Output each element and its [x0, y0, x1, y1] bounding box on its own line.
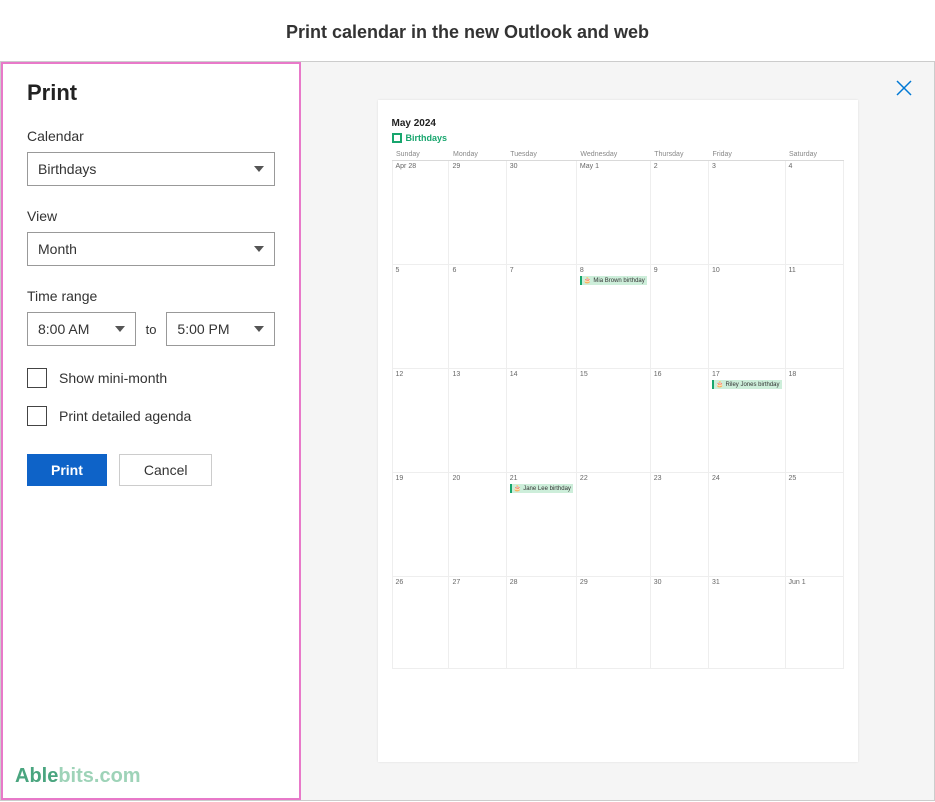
logo-part1: Able: [15, 765, 58, 787]
calendar-cell: 19: [392, 473, 449, 577]
close-icon: [896, 80, 912, 96]
calendar-cell: 5: [392, 265, 449, 369]
day-header: Saturday: [785, 149, 843, 161]
calendar-cell: 17🎂Riley Jones birthday: [708, 369, 785, 473]
preview-calendar-name: Birthdays: [406, 133, 448, 143]
calendar-select-value: Birthdays: [38, 161, 96, 177]
close-button[interactable]: [896, 80, 912, 101]
print-heading: Print: [27, 80, 275, 106]
cake-icon: 🎂: [584, 277, 591, 284]
view-select[interactable]: Month: [27, 232, 275, 266]
detailed-agenda-checkbox[interactable]: [27, 406, 47, 426]
calendar-cell: 6: [449, 265, 506, 369]
logo-part2: bits: [58, 765, 94, 787]
cancel-button[interactable]: Cancel: [119, 454, 213, 486]
calendar-field: Calendar Birthdays: [27, 128, 275, 186]
birthday-event: 🎂Jane Lee birthday: [510, 484, 573, 493]
calendar-cell: 25: [785, 473, 843, 577]
calendar-cell: 20: [449, 473, 506, 577]
time-from-select[interactable]: 8:00 AM: [27, 312, 136, 346]
mini-month-label: Show mini-month: [59, 370, 167, 386]
calendar-cell: 31: [708, 577, 785, 669]
calendar-cell: 30: [650, 577, 708, 669]
calendar-cell: 15: [576, 369, 650, 473]
calendar-cell: 21🎂Jane Lee birthday: [506, 473, 576, 577]
calendar-cell: 14: [506, 369, 576, 473]
view-label: View: [27, 208, 275, 224]
day-header: Thursday: [650, 149, 708, 161]
calendar-cell: 22: [576, 473, 650, 577]
calendar-cell: 24: [708, 473, 785, 577]
mini-month-checkbox[interactable]: [27, 368, 47, 388]
calendar-cell: 9: [650, 265, 708, 369]
day-header: Tuesday: [506, 149, 576, 161]
calendar-cell: 30: [506, 161, 576, 265]
chevron-down-icon: [254, 246, 264, 252]
event-label: Mia Brown birthday: [593, 278, 644, 284]
button-row: Print Cancel: [27, 454, 275, 486]
calendar-cell: 4: [785, 161, 843, 265]
calendar-select[interactable]: Birthdays: [27, 152, 275, 186]
calendar-cell: 16: [650, 369, 708, 473]
chevron-down-icon: [254, 326, 264, 332]
calendar-cell: 26: [392, 577, 449, 669]
preview-calendar-row: Birthdays: [392, 133, 844, 143]
time-to-word: to: [146, 322, 157, 337]
view-select-value: Month: [38, 241, 77, 257]
calendar-cell: 7: [506, 265, 576, 369]
day-header: Sunday: [392, 149, 449, 161]
calendar-cell: 11: [785, 265, 843, 369]
preview-month-title: May 2024: [392, 118, 844, 129]
ablebits-logo: Ablebits.com: [15, 765, 141, 788]
view-field: View Month: [27, 208, 275, 266]
calendar-cell: 23: [650, 473, 708, 577]
calendar-cell: 29: [576, 577, 650, 669]
cake-icon: 🎂: [716, 381, 723, 388]
calendar-cell: 28: [506, 577, 576, 669]
calendar-cell: May 1: [576, 161, 650, 265]
calendar-preview-page: May 2024 Birthdays SundayMondayTuesdayWe…: [378, 100, 858, 762]
day-header: Friday: [708, 149, 785, 161]
calendar-icon: [392, 133, 402, 143]
logo-suffix: .com: [94, 765, 141, 787]
chevron-down-icon: [115, 326, 125, 332]
calendar-cell: 3: [708, 161, 785, 265]
content-row: Print Calendar Birthdays View Month Time…: [0, 61, 935, 801]
print-button[interactable]: Print: [27, 454, 107, 486]
calendar-cell: 13: [449, 369, 506, 473]
calendar-cell: 27: [449, 577, 506, 669]
birthday-event: 🎂Riley Jones birthday: [712, 380, 782, 389]
detailed-agenda-label: Print detailed agenda: [59, 408, 191, 424]
time-to-select[interactable]: 5:00 PM: [166, 312, 275, 346]
time-range-label: Time range: [27, 288, 275, 304]
birthday-event: 🎂Mia Brown birthday: [580, 276, 647, 285]
preview-area: May 2024 Birthdays SundayMondayTuesdayWe…: [301, 62, 934, 800]
detailed-agenda-row: Print detailed agenda: [27, 406, 275, 426]
cake-icon: 🎂: [514, 485, 521, 492]
time-to-value: 5:00 PM: [177, 321, 229, 337]
chevron-down-icon: [254, 166, 264, 172]
calendar-cell: Jun 1: [785, 577, 843, 669]
mini-month-row: Show mini-month: [27, 368, 275, 388]
event-label: Riley Jones birthday: [725, 382, 779, 388]
calendar-cell: Apr 28: [392, 161, 449, 265]
page-title: Print calendar in the new Outlook and we…: [0, 0, 935, 61]
time-from-value: 8:00 AM: [38, 321, 89, 337]
calendar-grid: SundayMondayTuesdayWednesdayThursdayFrid…: [392, 149, 844, 669]
print-panel: Print Calendar Birthdays View Month Time…: [1, 62, 301, 800]
calendar-cell: 12: [392, 369, 449, 473]
calendar-cell: 29: [449, 161, 506, 265]
time-range-field: Time range 8:00 AM to 5:00 PM: [27, 288, 275, 346]
calendar-cell: 18: [785, 369, 843, 473]
day-header: Wednesday: [576, 149, 650, 161]
calendar-cell: 2: [650, 161, 708, 265]
calendar-label: Calendar: [27, 128, 275, 144]
calendar-cell: 10: [708, 265, 785, 369]
calendar-cell: 8🎂Mia Brown birthday: [576, 265, 650, 369]
day-header: Monday: [449, 149, 506, 161]
event-label: Jane Lee birthday: [523, 486, 571, 492]
